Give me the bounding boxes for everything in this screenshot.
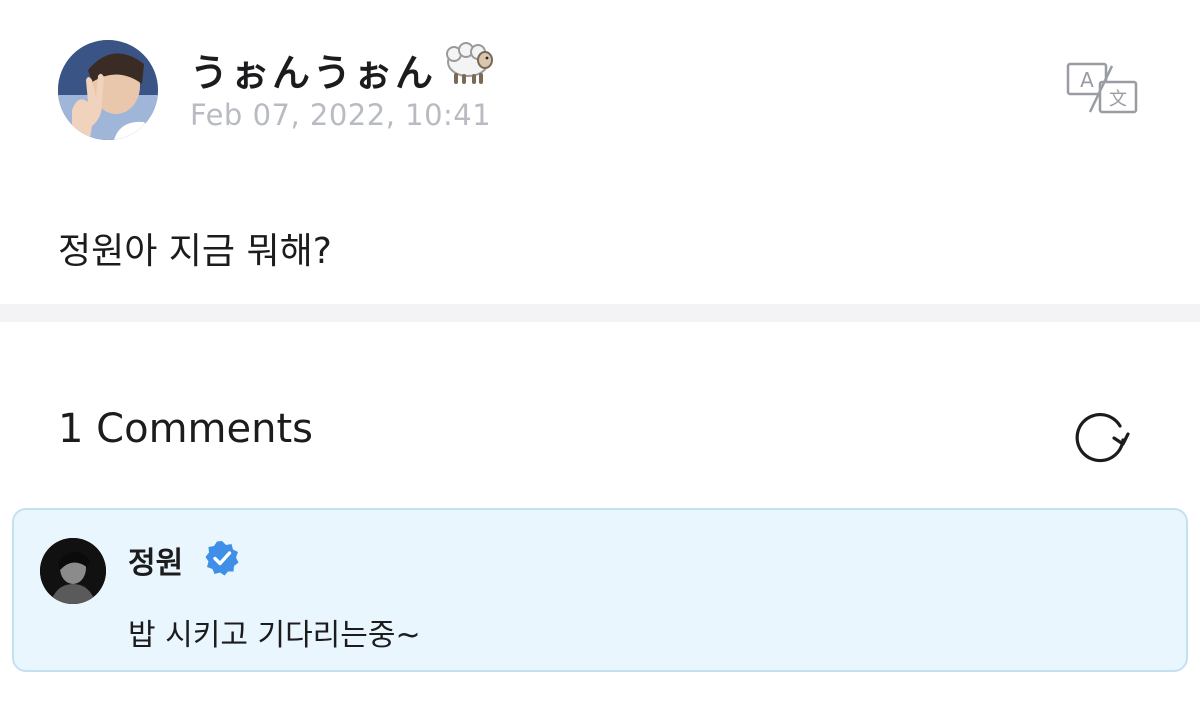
comment-text: 밥 시키고 기다리는중~	[128, 618, 421, 653]
post-detail-page: うぉんうぉん Feb 07, 2022, 10:41 A 文 정원아 지금 뭐해…	[0, 0, 1200, 704]
author-name[interactable]: うぉんうぉん	[190, 42, 436, 97]
refresh-icon[interactable]	[1070, 404, 1132, 466]
translate-icon[interactable]: A 文	[1066, 62, 1138, 114]
svg-text:A: A	[1080, 68, 1094, 92]
verified-badge-icon	[205, 541, 239, 576]
commenter-avatar[interactable]	[40, 538, 106, 604]
comments-count-heading: 1 Comments	[58, 406, 313, 452]
post-timestamp: Feb 07, 2022, 10:41	[190, 98, 492, 132]
svg-text:文: 文	[1109, 89, 1127, 110]
post-body: 정원아 지금 뭐해?	[58, 231, 332, 272]
commenter-name[interactable]: 정원	[128, 538, 183, 582]
author-avatar[interactable]	[58, 40, 158, 140]
sheep-icon	[446, 42, 493, 84]
section-divider	[0, 304, 1200, 322]
comment-card[interactable]: 정원 밥 시키고 기다리는중~	[12, 508, 1188, 672]
post-header: うぉんうぉん Feb 07, 2022, 10:41 A 文	[58, 40, 1142, 144]
